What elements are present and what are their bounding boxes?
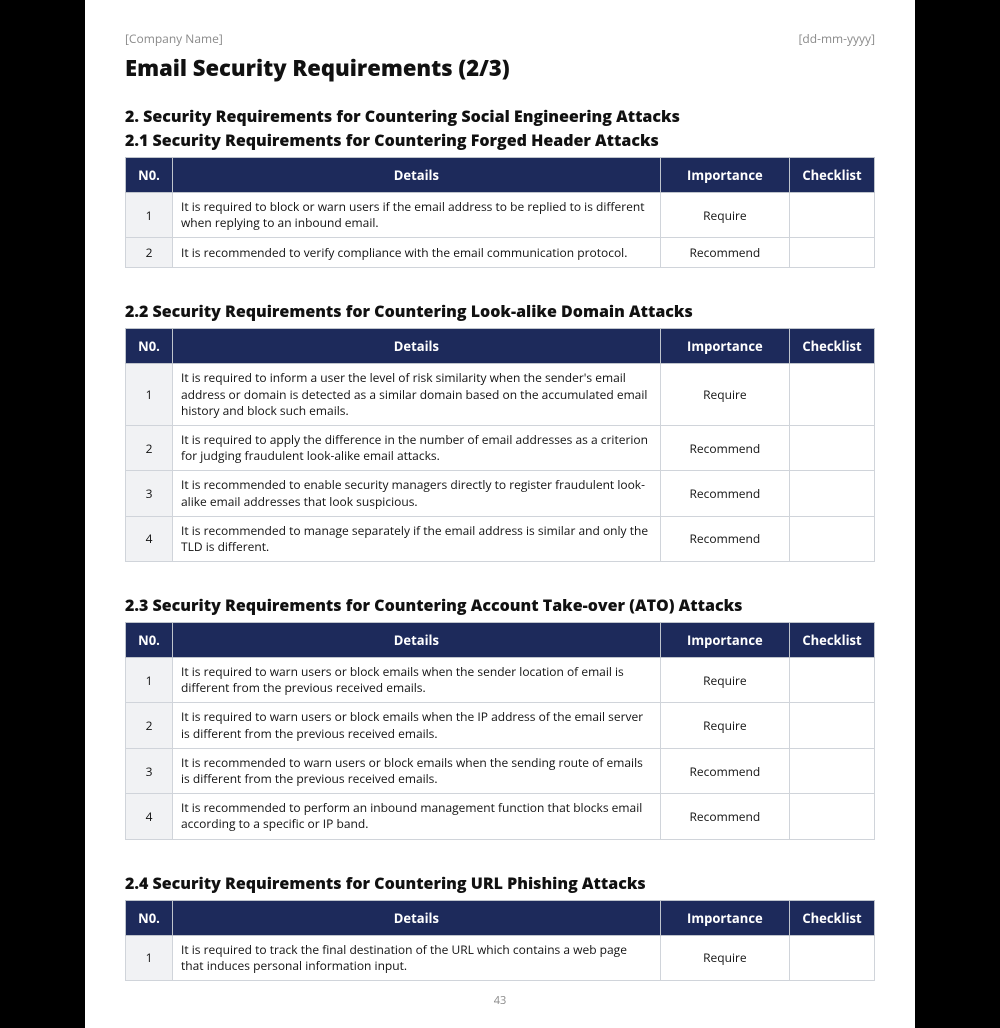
subsection-heading-2-1: 2.1 Security Requirements for Countering… (125, 129, 875, 151)
cell-no: 3 (126, 748, 173, 793)
cell-details: It is required to warn users or block em… (173, 658, 661, 703)
table-row: 1 It is required to warn users or block … (126, 658, 875, 703)
cell-details: It is recommended to perform an inbound … (173, 794, 661, 839)
requirements-table-2-4: N0. Details Importance Checklist 1 It is… (125, 900, 875, 981)
cell-details: It is recommended to warn users or block… (173, 748, 661, 793)
cell-checklist[interactable] (790, 238, 875, 268)
col-checklist: Checklist (790, 623, 875, 658)
cell-details: It is required to warn users or block em… (173, 703, 661, 748)
table-row: 3 It is recommended to warn users or blo… (126, 748, 875, 793)
cell-importance: Require (660, 193, 789, 238)
col-importance: Importance (660, 158, 789, 193)
col-checklist: Checklist (790, 329, 875, 364)
page-header: [Company Name] [dd-mm-yyyy] (125, 30, 875, 47)
col-importance: Importance (660, 900, 789, 935)
table-header-row: N0. Details Importance Checklist (126, 623, 875, 658)
col-details: Details (173, 900, 661, 935)
col-importance: Importance (660, 329, 789, 364)
table-row: 2 It is required to apply the difference… (126, 425, 875, 470)
cell-checklist[interactable] (790, 364, 875, 426)
cell-importance: Recommend (660, 425, 789, 470)
col-details: Details (173, 623, 661, 658)
col-importance: Importance (660, 623, 789, 658)
subsection-heading-2-2: 2.2 Security Requirements for Countering… (125, 300, 875, 322)
requirements-table-2-1: N0. Details Importance Checklist 1 It is… (125, 157, 875, 268)
cell-importance: Require (660, 658, 789, 703)
cell-importance: Require (660, 703, 789, 748)
subsection-heading-2-3: 2.3 Security Requirements for Countering… (125, 594, 875, 616)
table-row: 2 It is recommended to verify compliance… (126, 238, 875, 268)
table-header-row: N0. Details Importance Checklist (126, 158, 875, 193)
cell-checklist[interactable] (790, 794, 875, 839)
requirements-table-2-3: N0. Details Importance Checklist 1 It is… (125, 622, 875, 840)
cell-checklist[interactable] (790, 425, 875, 470)
cell-importance: Recommend (660, 794, 789, 839)
col-details: Details (173, 329, 661, 364)
cell-checklist[interactable] (790, 935, 875, 980)
cell-details: It is recommended to manage separately i… (173, 516, 661, 561)
col-no: N0. (126, 900, 173, 935)
cell-importance: Recommend (660, 516, 789, 561)
cell-checklist[interactable] (790, 703, 875, 748)
cell-importance: Require (660, 935, 789, 980)
cell-no: 2 (126, 703, 173, 748)
cell-no: 4 (126, 516, 173, 561)
table-row: 3 It is recommended to enable security m… (126, 471, 875, 516)
table-row: 2 It is required to warn users or block … (126, 703, 875, 748)
table-row: 4 It is recommended to perform an inboun… (126, 794, 875, 839)
cell-checklist[interactable] (790, 748, 875, 793)
col-no: N0. (126, 329, 173, 364)
table-row: 1 It is required to track the final dest… (126, 935, 875, 980)
table-header-row: N0. Details Importance Checklist (126, 329, 875, 364)
col-no: N0. (126, 623, 173, 658)
subsection-heading-2-4: 2.4 Security Requirements for Countering… (125, 872, 875, 894)
cell-details: It is recommended to enable security man… (173, 471, 661, 516)
cell-details: It is required to inform a user the leve… (173, 364, 661, 426)
col-checklist: Checklist (790, 158, 875, 193)
cell-importance: Recommend (660, 238, 789, 268)
cell-checklist[interactable] (790, 658, 875, 703)
cell-importance: Recommend (660, 471, 789, 516)
company-placeholder: [Company Name] (125, 30, 223, 47)
cell-no: 4 (126, 794, 173, 839)
document-page: [Company Name] [dd-mm-yyyy] Email Securi… (85, 0, 915, 1028)
cell-no: 3 (126, 471, 173, 516)
cell-checklist[interactable] (790, 516, 875, 561)
page-title: Email Security Requirements (2/3) (125, 53, 875, 83)
cell-details: It is recommended to verify compliance w… (173, 238, 661, 268)
cell-no: 1 (126, 935, 173, 980)
cell-no: 1 (126, 658, 173, 703)
cell-importance: Recommend (660, 748, 789, 793)
table-header-row: N0. Details Importance Checklist (126, 900, 875, 935)
cell-no: 1 (126, 193, 173, 238)
col-details: Details (173, 158, 661, 193)
cell-no: 2 (126, 238, 173, 268)
requirements-table-2-2: N0. Details Importance Checklist 1 It is… (125, 328, 875, 562)
cell-details: It is required to track the final destin… (173, 935, 661, 980)
cell-details: It is required to block or warn users if… (173, 193, 661, 238)
col-no: N0. (126, 158, 173, 193)
page-number: 43 (125, 993, 875, 1008)
cell-importance: Require (660, 364, 789, 426)
table-row: 4 It is recommended to manage separately… (126, 516, 875, 561)
table-row: 1 It is required to inform a user the le… (126, 364, 875, 426)
table-row: 1 It is required to block or warn users … (126, 193, 875, 238)
date-placeholder: [dd-mm-yyyy] (798, 30, 875, 47)
cell-details: It is required to apply the difference i… (173, 425, 661, 470)
cell-no: 2 (126, 425, 173, 470)
cell-checklist[interactable] (790, 193, 875, 238)
col-checklist: Checklist (790, 900, 875, 935)
cell-checklist[interactable] (790, 471, 875, 516)
cell-no: 1 (126, 364, 173, 426)
section-heading: 2. Security Requirements for Countering … (125, 105, 875, 127)
